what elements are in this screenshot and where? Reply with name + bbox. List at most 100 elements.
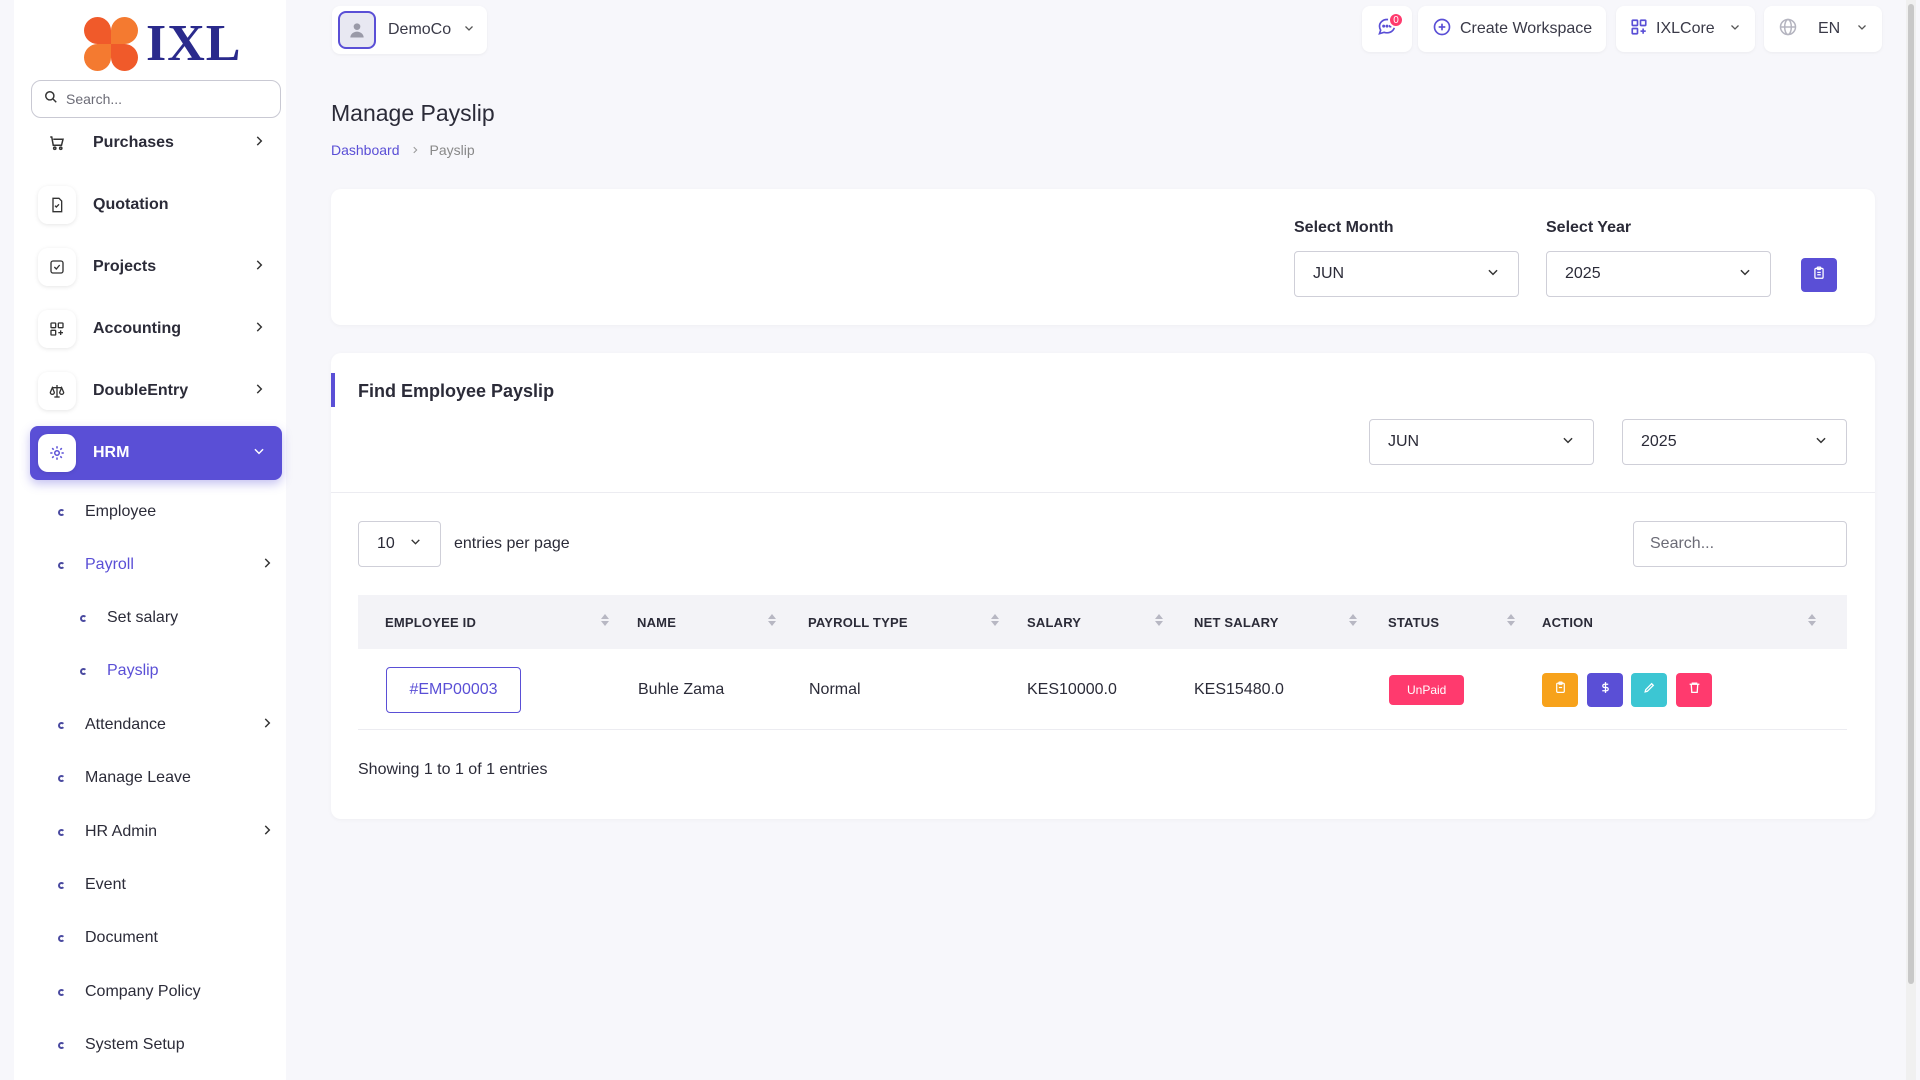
pay-button[interactable] [1587, 673, 1623, 707]
column-header-action[interactable]: ACTION [1542, 595, 1832, 649]
messages-badge: 0 [1388, 12, 1404, 28]
chevron-right-icon [260, 556, 274, 575]
select-month-dropdown[interactable]: JUN [1294, 251, 1519, 297]
sidebar-subitem-event[interactable]: Event [58, 865, 126, 905]
sort-icon [1155, 614, 1163, 626]
messages-button[interactable]: 0 [1362, 6, 1412, 52]
sidebar-item-accounting[interactable]: Accounting [30, 302, 282, 356]
sidebar-item-hrm[interactable]: HRM [30, 426, 282, 480]
entries-per-page-value: 10 [377, 535, 395, 552]
create-workspace-label: Create Workspace [1460, 20, 1593, 37]
cart-icon [38, 124, 76, 162]
find-year-dropdown[interactable]: 2025 [1622, 419, 1847, 465]
bullet-icon [80, 614, 87, 622]
sort-icon [768, 614, 776, 626]
table-search-input[interactable] [1633, 521, 1847, 567]
employee-name: Buhle Zama [638, 681, 725, 698]
sidebar-subitem-hr-admin[interactable]: HR Admin [58, 812, 274, 852]
sidebar-subitem-document[interactable]: Document [58, 918, 158, 958]
column-header-label: STATUS [1388, 614, 1440, 630]
select-year-dropdown[interactable]: 2025 [1546, 251, 1771, 297]
chevron-down-icon [1856, 20, 1868, 38]
view-payslip-button[interactable] [1542, 673, 1578, 707]
find-month-dropdown[interactable]: JUN [1369, 419, 1594, 465]
breadcrumb: Dashboard Payslip [331, 142, 475, 158]
clipboard-icon [1554, 681, 1567, 699]
column-header-label: EMPLOYEE ID [385, 614, 477, 630]
bullet-icon [58, 881, 65, 889]
hrm-icon [38, 434, 76, 472]
sort-icon [601, 614, 609, 626]
workspace-grid-icon [1630, 18, 1648, 41]
sort-icon [1349, 614, 1357, 626]
sidebar-subitem-manage-leave[interactable]: Manage Leave [58, 758, 191, 798]
sidebar-subitem-label: Event [85, 876, 126, 893]
page-title: Manage Payslip [331, 100, 495, 126]
column-header-employee-id[interactable]: EMPLOYEE ID [385, 595, 615, 649]
create-workspace-button[interactable]: Create Workspace [1418, 6, 1607, 52]
column-header-label: NET SALARY [1194, 614, 1279, 630]
sidebar-subitem-set-salary[interactable]: Set salary [80, 598, 178, 638]
page-scrollbar[interactable] [1906, 0, 1916, 1080]
chevron-down-icon [1814, 433, 1828, 452]
table-header: EMPLOYEE ID NAME PAYROLL TYPE SALARY NET… [358, 595, 1847, 649]
brand-name: IXL [146, 15, 242, 72]
grid-plus-icon [38, 310, 76, 348]
language-switcher[interactable]: EN [1764, 6, 1883, 52]
chevron-down-icon [1738, 265, 1752, 284]
chevron-right-icon [252, 134, 266, 153]
sidebar-search[interactable] [31, 80, 281, 118]
trash-icon [1688, 681, 1701, 699]
bulk-payment-button[interactable] [1801, 258, 1837, 292]
employee-id-link[interactable]: #EMP00003 [386, 667, 521, 713]
sidebar-subitem-system-setup[interactable]: System Setup [58, 1025, 185, 1065]
sidebar-item-projects[interactable]: Projects [30, 240, 282, 294]
sidebar-subitem-payslip[interactable]: Payslip [80, 651, 159, 691]
sidebar-subitem-label: Manage Leave [85, 769, 191, 786]
breadcrumb-dashboard-link[interactable]: Dashboard [331, 142, 400, 158]
sidebar-item-purchases[interactable]: Purchases [30, 116, 282, 170]
column-header-payroll-type[interactable]: PAYROLL TYPE [808, 595, 1008, 649]
find-month-value: JUN [1388, 433, 1420, 450]
delete-button[interactable] [1676, 673, 1712, 707]
column-header-status[interactable]: STATUS [1388, 595, 1548, 649]
select-month-label: Select Month [1294, 219, 1394, 236]
breadcrumb-chevron-icon [410, 142, 420, 158]
filter-card: Select Month JUN Select Year 2025 [331, 189, 1875, 325]
sidebar-search-input[interactable] [66, 91, 256, 107]
company-switcher[interactable]: DemoCo [332, 6, 488, 54]
sidebar-subitem-employee[interactable]: Employee [58, 492, 156, 532]
column-header-name[interactable]: NAME [637, 595, 817, 649]
avatar [338, 11, 376, 49]
edit-button[interactable] [1631, 673, 1667, 707]
brand-logo[interactable]: IXL [84, 14, 241, 74]
entries-per-page-select[interactable]: 10 [358, 521, 441, 567]
column-header-label: SALARY [1027, 614, 1082, 630]
plus-circle-icon [1432, 17, 1452, 42]
logo-mark-icon [84, 17, 138, 71]
sort-icon [991, 614, 999, 626]
scale-icon [38, 372, 76, 410]
sidebar-subitem-label: Payslip [107, 662, 159, 679]
sidebar-item-quotation[interactable]: Quotation [30, 178, 282, 232]
column-header-net-salary[interactable]: NET SALARY [1194, 595, 1394, 649]
sidebar-subitem-payroll[interactable]: Payroll [58, 545, 274, 585]
company-name: DemoCo [388, 21, 452, 38]
chevron-right-icon [260, 716, 274, 735]
sidebar-subitem-label: System Setup [85, 1036, 185, 1053]
sidebar-item-doubleentry[interactable]: DoubleEntry [30, 364, 282, 418]
workspace-switcher[interactable]: IXLCore [1616, 6, 1755, 52]
bullet-icon [58, 774, 65, 782]
bullet-icon [58, 561, 65, 569]
bullet-icon [58, 988, 65, 996]
workspace-name: IXLCore [1656, 20, 1715, 37]
sidebar-subitem-label: Employee [85, 503, 157, 520]
chevron-right-icon [252, 258, 266, 277]
scrollbar-thumb[interactable] [1908, 4, 1914, 984]
sidebar-subitem-attendance[interactable]: Attendance [58, 705, 274, 745]
sidebar-subitem-company-policy[interactable]: Company Policy [58, 972, 201, 1012]
column-header-label: ACTION [1542, 614, 1594, 630]
column-header-salary[interactable]: SALARY [1027, 595, 1187, 649]
sidebar-item-label: Projects [93, 258, 157, 275]
payroll-type: Normal [809, 681, 861, 698]
